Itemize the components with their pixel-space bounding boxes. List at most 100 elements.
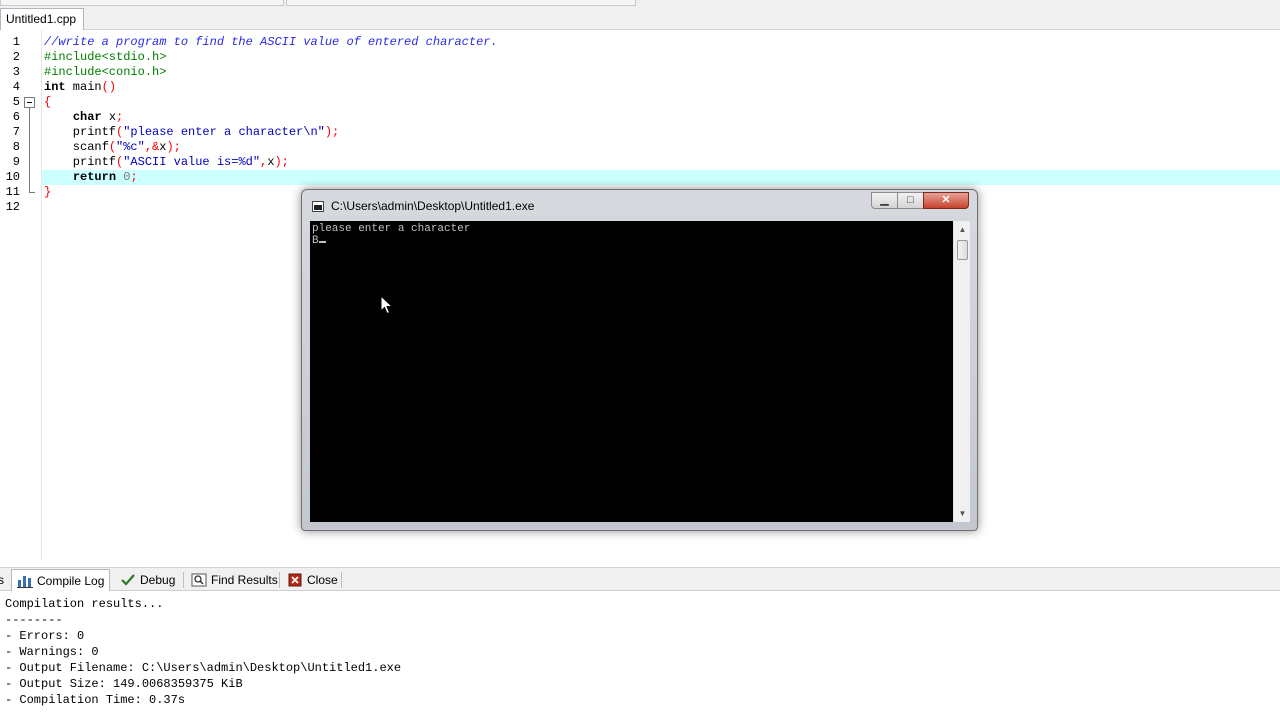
bottom-panel-tabs: s Compile Log Debug Find Results Close (0, 567, 1280, 591)
fold-guide-line (29, 108, 30, 192)
tab-find-results[interactable]: Find Results (186, 569, 283, 591)
code-line[interactable]: scanf("%c",&x); (44, 140, 181, 155)
code-token: ); (166, 140, 181, 154)
fold-end-mark (29, 192, 35, 193)
line-number: 11 (5, 185, 20, 199)
console-output[interactable]: please enter a character B (310, 221, 953, 522)
tab-label: Find Results (211, 573, 278, 587)
line-number-gutter: 1 2 3 4 5 6 7 8 9 10 11 12 (0, 30, 42, 560)
code-line[interactable]: printf("please enter a character\n"); (44, 125, 339, 140)
console-scrollbar[interactable]: ▲ ▼ (953, 221, 970, 522)
toolbar-strip (0, 0, 1280, 8)
code-line[interactable]: #include<conio.h> (44, 65, 166, 80)
maximize-button[interactable]: □ (897, 192, 924, 209)
scroll-thumb[interactable] (957, 240, 968, 260)
line-number: 10 (5, 170, 20, 184)
line-number: 4 (12, 80, 20, 94)
close-icon (287, 573, 303, 587)
tab-divider (341, 572, 342, 588)
console-line: please enter a character (312, 223, 471, 235)
code-token: () (101, 80, 117, 94)
tab-divider (183, 572, 184, 588)
console-title: C:\Users\admin\Desktop\Untitled1.exe (331, 199, 535, 213)
console-window[interactable]: C:\Users\admin\Desktop\Untitled1.exe ▁ □… (301, 189, 978, 531)
code-token: ); (274, 155, 289, 169)
scroll-down-arrow-icon[interactable]: ▼ (954, 505, 971, 522)
code-token: #include<stdio.h> (44, 50, 167, 64)
log-line: - Errors: 0 (5, 629, 85, 643)
code-token: return (72, 170, 117, 184)
check-icon (120, 573, 136, 587)
compile-log-output[interactable]: Compilation results... -------- - Errors… (0, 592, 1280, 720)
line-number: 2 (12, 50, 20, 64)
code-token: ,& (144, 140, 160, 154)
log-line: - Warnings: 0 (5, 645, 99, 659)
log-line: - Compilation Time: 0.37s (5, 693, 186, 707)
log-line: - Output Filename: C:\Users\admin\Deskto… (5, 661, 402, 675)
close-button[interactable]: ✕ (923, 192, 969, 209)
code-token: scanf (44, 140, 109, 154)
bar-chart-icon (17, 574, 33, 588)
code-token: x (101, 110, 117, 124)
code-token: { (44, 95, 52, 109)
current-line-highlight (42, 170, 1280, 185)
tab-debug[interactable]: Debug (115, 569, 180, 591)
code-token: ; (116, 110, 124, 124)
line-number: 8 (12, 140, 20, 154)
toolbar-segment (286, 0, 636, 6)
tab-close[interactable]: Close (282, 569, 343, 591)
code-line[interactable]: #include<stdio.h> (44, 50, 166, 65)
code-token: ); (324, 125, 340, 139)
line-number: 9 (12, 155, 20, 169)
code-token: } (44, 185, 52, 199)
code-token: char (72, 110, 102, 124)
code-token: ; (130, 170, 138, 184)
tab-label: Debug (140, 573, 176, 587)
tab-compile-log[interactable]: Compile Log (11, 569, 111, 591)
console-typed-text: B (312, 235, 319, 247)
line-number: 1 (12, 35, 20, 49)
file-tab-untitled1[interactable]: Untitled1.cpp (0, 8, 84, 30)
log-line: - Output Size: 149.0068359375 KiB (5, 677, 243, 691)
toolbar-segment (0, 0, 284, 6)
code-line[interactable]: { (44, 95, 51, 110)
mouse-pointer-icon (380, 295, 394, 315)
code-token: printf (44, 125, 117, 139)
code-token: ( (108, 140, 117, 154)
tab-label: Close (307, 573, 338, 587)
tab-label: Compile Log (37, 573, 105, 588)
find-icon (191, 573, 207, 587)
console-input-line: B (312, 235, 326, 247)
fold-collapse-icon[interactable] (24, 97, 35, 108)
code-token: #include<conio.h> (44, 65, 167, 79)
code-token: "please enter a character\n" (123, 125, 325, 139)
log-line: Compilation results... (5, 597, 164, 611)
code-token: main (65, 80, 102, 94)
code-line[interactable]: char x; (44, 110, 123, 125)
line-number: 7 (12, 125, 20, 139)
code-token: //write a program to find the ASCII valu… (44, 35, 498, 49)
console-titlebar[interactable]: C:\Users\admin\Desktop\Untitled1.exe (312, 197, 534, 215)
tab-divider (279, 572, 280, 588)
text-cursor (318, 241, 326, 243)
code-line[interactable]: printf("ASCII value is=%d",x); (44, 155, 289, 170)
log-line: -------- (5, 613, 63, 627)
minimize-button[interactable]: ▁ (871, 192, 898, 209)
code-token: int (44, 80, 66, 94)
tab-hidden-left[interactable]: s (0, 569, 8, 591)
code-token: "%c" (116, 140, 145, 154)
code-token: "ASCII value is=%d" (123, 155, 261, 169)
line-number: 12 (5, 200, 20, 214)
code-token: printf (44, 155, 117, 169)
window-controls: ▁ □ ✕ (871, 192, 969, 209)
code-line[interactable]: //write a program to find the ASCII valu… (44, 35, 498, 50)
line-number: 5 (12, 95, 20, 109)
code-line[interactable]: int main() (44, 80, 116, 95)
scroll-up-arrow-icon[interactable]: ▲ (954, 221, 971, 238)
code-line[interactable]: return 0; (44, 170, 138, 185)
code-line[interactable]: } (44, 185, 51, 200)
line-number: 6 (12, 110, 20, 124)
console-app-icon (312, 200, 324, 212)
